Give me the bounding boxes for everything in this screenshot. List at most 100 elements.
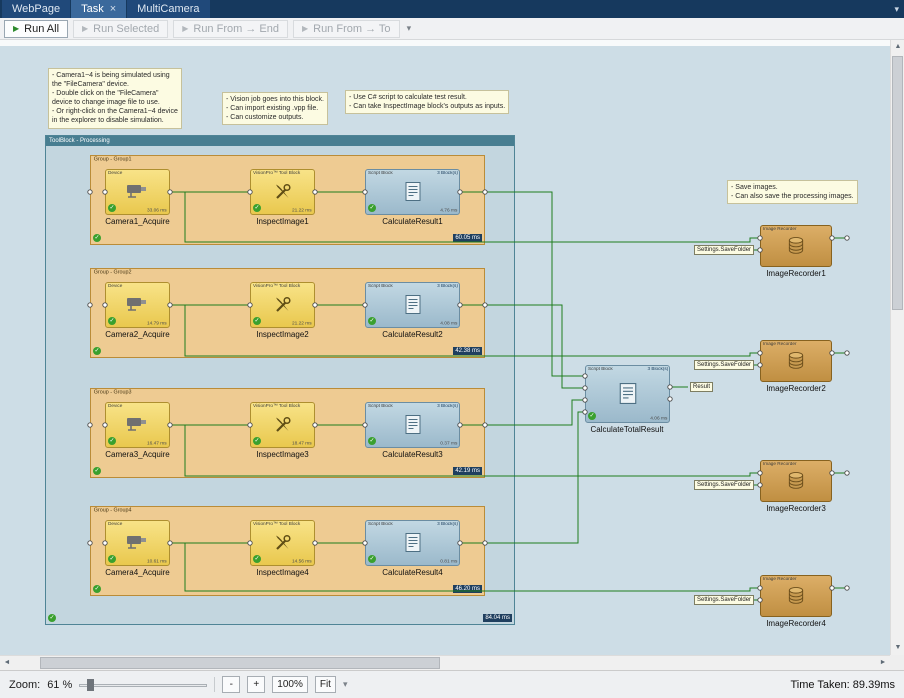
save-folder-input-label[interactable]: Settings.SaveFolder [694,595,754,605]
block-header: Image Recorder [763,577,831,582]
image-recorder-block-3[interactable]: Image Recorder [760,460,832,502]
vertical-scrollbar[interactable]: ▲ ▼ [890,40,904,655]
note-vision-job[interactable]: - Vision job goes into this block. - Can… [222,92,328,125]
zoom-in-button[interactable]: + [247,676,265,693]
run-selected-label: Run Selected [93,23,159,35]
block-time-label: 16.47 ms [147,441,167,446]
group-header-label: Group - Group4 [91,507,445,514]
status-check-icon: ✓ [48,614,56,622]
total-script-block[interactable]: Script Block3 Block(s) ✓ 4.06 ms [585,365,670,423]
script-block-1[interactable]: Script Block3 Block(s) ✓ 4.76 ms [365,169,460,215]
status-check-icon: ✓ [93,467,101,475]
block-name-label: InspectImage2 [240,330,325,339]
chevron-down-icon[interactable]: ▾ [894,0,899,18]
block-time-label: 14.56 ms [292,559,312,564]
statusbar-overflow-icon[interactable]: ▾ [343,679,348,690]
vertical-scrollbar-thumb[interactable] [892,56,903,310]
zoom-100-button[interactable]: 100% [272,676,308,693]
save-folder-input-label[interactable]: Settings.SaveFolder [694,360,754,370]
save-folder-input-label[interactable]: Settings.SaveFolder [694,480,754,490]
block-name-label: CalculateResult3 [370,450,455,459]
group-time-badge: 60.05 ms [453,234,482,242]
script-block-3[interactable]: Script Block3 Block(s) ✓ 0.37 ms [365,402,460,448]
block-count-badge: 3 Block(s) [437,284,458,289]
group-header-label: Group - Group2 [91,269,445,276]
script-icon [405,182,420,206]
zoom-out-button[interactable]: - [222,676,240,693]
zoom-slider-thumb[interactable] [87,679,94,691]
block-header: VisionPro™ Tool Block [253,284,314,289]
block-header: Script Block3 Block(s) [588,367,668,372]
tab-label: Task [81,3,104,15]
block-type-label: Script Block [368,404,393,409]
status-check-icon: ✓ [368,204,376,212]
horizontal-scrollbar-thumb[interactable] [40,657,440,669]
status-check-icon: ✓ [253,437,261,445]
toolbar-overflow-icon[interactable]: ▾ [407,23,412,34]
camera-block-1[interactable]: Device ✓ 33.06 ms [105,169,170,215]
block-type-label: Image Recorder [763,342,797,347]
block-name-label: Camera3_Acquire [95,450,180,459]
camera-block-4[interactable]: Device ✓ 10.61 ms [105,520,170,566]
inspect-block-4[interactable]: VisionPro™ Tool Block ✓ 14.56 ms [250,520,315,566]
block-type-label: Script Block [368,284,393,289]
script-icon [405,415,420,439]
block-type-label: VisionPro™ Tool Block [253,284,300,289]
block-name-label: ImageRecorder4 [756,619,836,628]
note-camera-simulation[interactable]: - Camera1~4 is being simulated using the… [48,68,182,129]
block-time-label: 0.37 ms [440,441,457,446]
status-check-icon: ✓ [368,437,376,445]
block-type-label: Script Block [588,367,613,372]
block-name-label: ImageRecorder2 [756,384,836,393]
script-block-4[interactable]: Script Block3 Block(s) ✓ 0.81 ms [365,520,460,566]
block-header: VisionPro™ Tool Block [253,404,314,409]
note-csharp-script[interactable]: - Use C# script to calculate test result… [345,90,509,114]
inspect-block-2[interactable]: VisionPro™ Tool Block ✓ 21.22 ms [250,282,315,328]
result-output-label[interactable]: Result [690,382,713,392]
zoom-value: 61 % [47,679,72,691]
block-time-label: 4.06 ms [650,416,667,421]
block-header: Script Block3 Block(s) [368,404,458,409]
block-count-badge: 3 Block(s) [437,522,458,527]
close-icon[interactable]: × [110,4,116,15]
block-name-label: ImageRecorder3 [756,504,836,513]
script-block-2[interactable]: Script Block3 Block(s) ✓ 4.08 ms [365,282,460,328]
run-selected-button[interactable]: ▶ Run Selected [73,20,168,38]
block-type-label: Device [108,522,122,527]
scroll-down-icon[interactable]: ▼ [891,641,904,655]
canvas-margin [0,40,890,46]
zoom-slider[interactable] [79,677,207,693]
image-recorder-block-2[interactable]: Image Recorder [760,340,832,382]
database-icon [787,351,806,375]
block-type-label: Script Block [368,522,393,527]
save-folder-input-label[interactable]: Settings.SaveFolder [694,245,754,255]
flow-canvas[interactable]: - Camera1~4 is being simulated using the… [0,40,890,655]
database-icon [787,586,806,610]
note-save-images[interactable]: - Save images. - Can also save the proce… [727,180,858,204]
group-header-label: Group - Group1 [91,156,445,163]
scroll-up-icon[interactable]: ▲ [891,40,904,54]
block-type-label: VisionPro™ Tool Block [253,522,300,527]
horizontal-scrollbar[interactable]: ◄ ► [0,655,890,670]
inspect-block-1[interactable]: VisionPro™ Tool Block ✓ 21.22 ms [250,169,315,215]
inspect-block-3[interactable]: VisionPro™ Tool Block ✓ 18.47 ms [250,402,315,448]
scroll-left-icon[interactable]: ◄ [0,656,14,670]
run-from-to-button[interactable]: ▶ Run From → To [293,20,400,38]
run-all-button[interactable]: ▶ Run All [4,20,68,38]
image-recorder-block-1[interactable]: Image Recorder [760,225,832,267]
tools-icon [274,533,292,556]
run-from-end-button[interactable]: ▶ Run From → End [173,20,288,38]
tab-task[interactable]: Task × [71,0,126,18]
image-recorder-block-4[interactable]: Image Recorder [760,575,832,617]
camera-block-2[interactable]: Device ✓ 14.79 ms [105,282,170,328]
tab-webpage[interactable]: WebPage [2,0,70,18]
tab-label: MultiCamera [137,3,199,15]
tab-multicamera[interactable]: MultiCamera [127,0,209,18]
scroll-right-icon[interactable]: ► [876,656,890,670]
block-header: Script Block3 Block(s) [368,171,458,176]
zoom-fit-button[interactable]: Fit [315,676,336,693]
block-time-label: 10.61 ms [147,559,167,564]
camera-block-3[interactable]: Device ✓ 16.47 ms [105,402,170,448]
camera-icon [126,183,150,205]
status-check-icon: ✓ [93,347,101,355]
